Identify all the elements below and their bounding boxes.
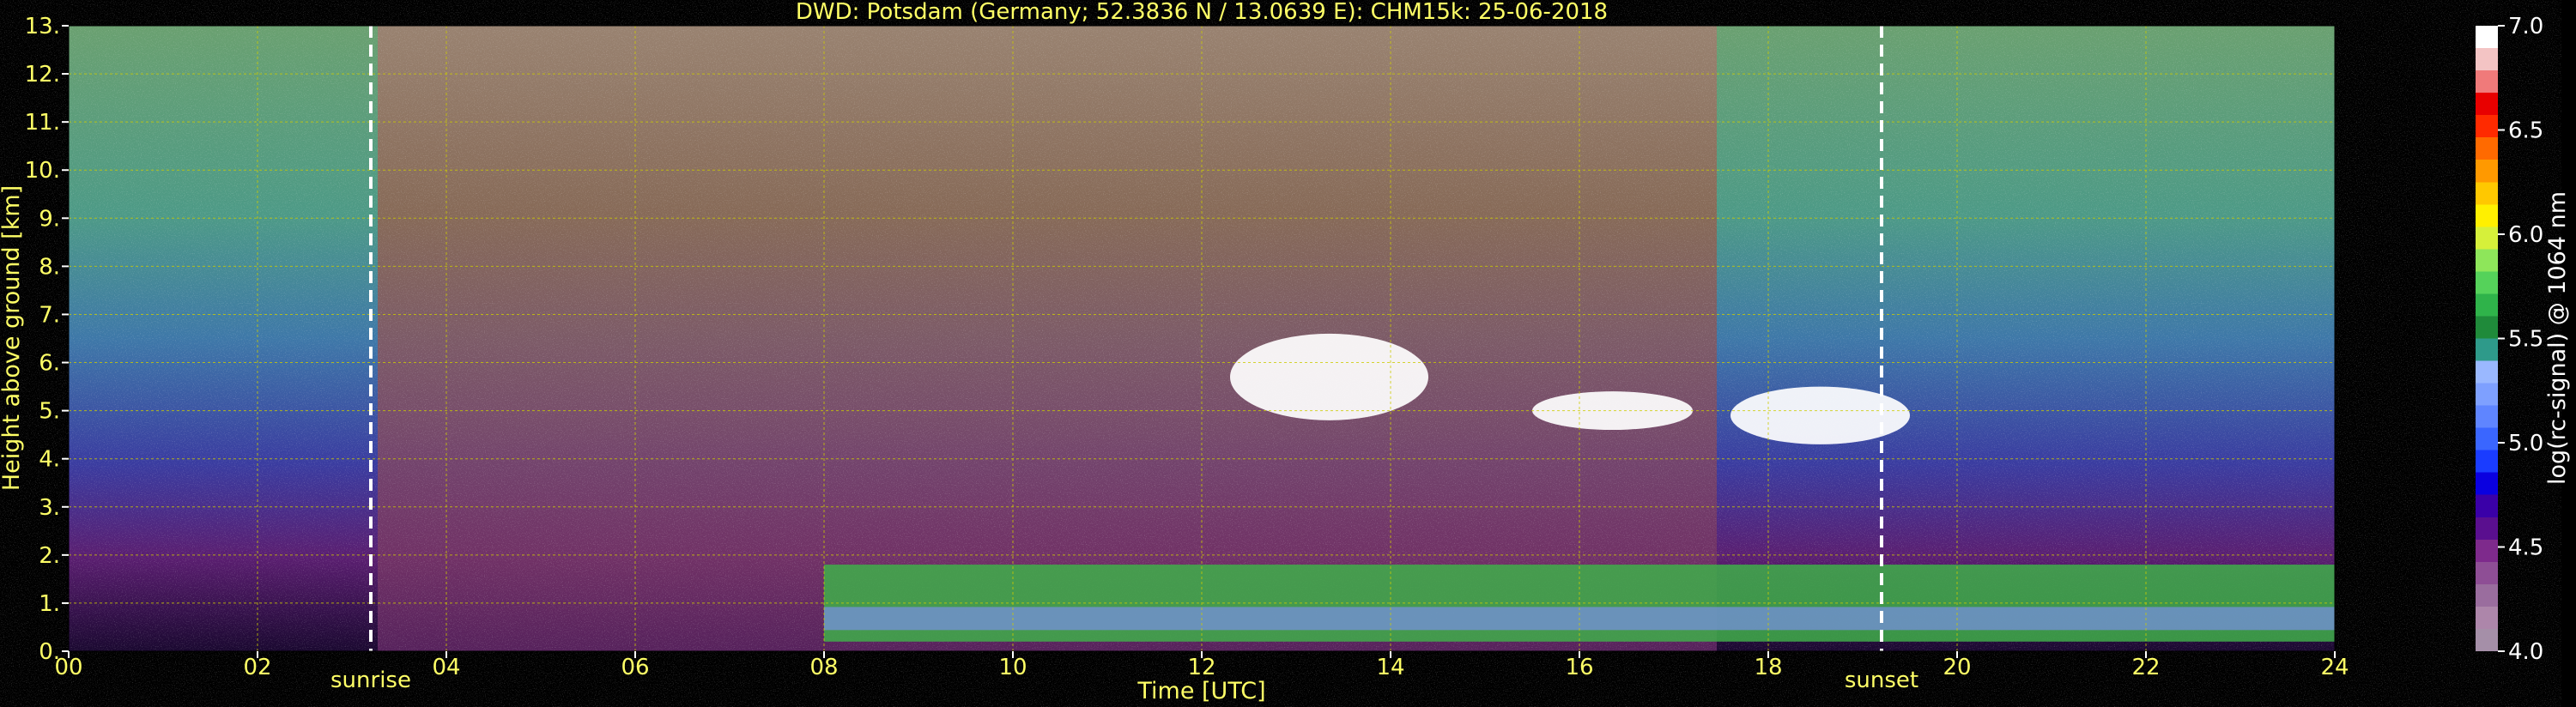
x-tick-label: 12 — [1187, 655, 1215, 680]
y-tick-label: 5. — [39, 399, 60, 425]
y-tick-label: 12. — [25, 62, 60, 88]
y-tick-label: 10. — [25, 158, 60, 184]
y-axis: 0. 1. 2. 3. 4. 5. 6. 7. 8. 9. 10. 11. 12. 13. — [25, 14, 69, 665]
cloud-region — [1230, 333, 1428, 420]
colorbar-tick-label: 5.5 — [2508, 327, 2543, 353]
x-tick-label: 08 — [809, 655, 838, 680]
x-tick-label: 14 — [1376, 655, 1404, 680]
y-tick-label: 0. — [39, 639, 60, 665]
sunrise-label: sunrise — [330, 668, 411, 693]
x-tick-label: 24 — [2320, 655, 2349, 680]
cloud-region — [1532, 391, 1693, 431]
colorbar-ticks: 4.0 4.5 5.0 5.5 6.0 6.5 7.0 — [2498, 14, 2543, 665]
y-tick-label: 2. — [39, 543, 60, 569]
colorbar — [2476, 26, 2498, 651]
x-tick-label: 22 — [2131, 655, 2160, 680]
y-tick-label: 1. — [39, 591, 60, 617]
colorbar-tick-label: 4.5 — [2508, 535, 2543, 561]
x-tick-label: 04 — [432, 655, 460, 680]
y-tick-label: 3. — [39, 495, 60, 521]
colorbar-tick-label: 6.5 — [2508, 118, 2543, 144]
y-tick-label: 9. — [39, 206, 60, 232]
x-tick-label: 02 — [243, 655, 271, 680]
y-tick-label: 7. — [39, 302, 60, 328]
x-tick-label: 10 — [998, 655, 1027, 680]
ceilometer-chart: sunrise sunset 00 02 04 06 08 10 12 14 16 18 20 22 24… — [0, 0, 2571, 704]
colorbar-tick-label: 5.0 — [2508, 431, 2543, 456]
x-tick-label: 16 — [1565, 655, 1593, 680]
y-tick-label: 13. — [25, 14, 60, 39]
colorbar-tick-label: 7.0 — [2508, 14, 2543, 39]
y-tick-label: 11. — [25, 110, 60, 136]
colorbar-tick-label: 6.0 — [2508, 222, 2543, 248]
x-tick-label: 06 — [621, 655, 649, 680]
colorbar-tick-label: 4.0 — [2508, 639, 2543, 665]
sunset-label: sunset — [1845, 668, 1918, 693]
colorbar-label: log(rc-signal) @ 1064 nm — [2544, 191, 2571, 485]
y-tick-label: 4. — [39, 447, 60, 473]
x-axis-label: Time [UTC] — [1136, 678, 1265, 704]
x-tick-label: 18 — [1754, 655, 1782, 680]
x-tick-label: 20 — [1943, 655, 1971, 680]
y-axis-label: Height above ground [km] — [0, 185, 25, 491]
y-tick-label: 6. — [39, 351, 60, 377]
y-tick-label: 8. — [39, 254, 60, 280]
chart-title: DWD: Potsdam (Germany; 52.3836 N / 13.06… — [796, 0, 1608, 25]
